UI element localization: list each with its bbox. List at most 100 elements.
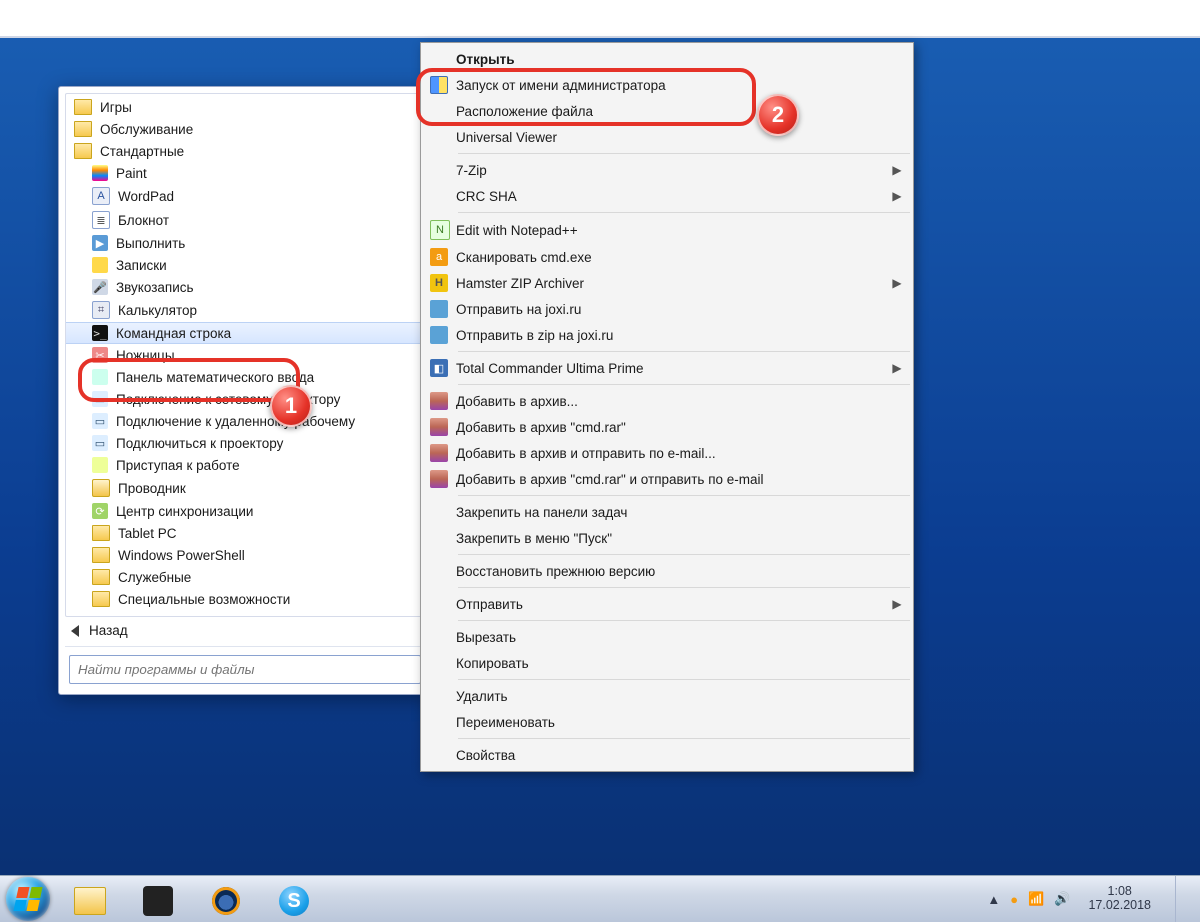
start-item-netprojector[interactable]: ▭ Подключение к сетевому проектору: [66, 388, 424, 410]
taskbar: S ▲ ● 📶 🔊 1:08 17.02.2018: [0, 875, 1200, 922]
ctx-label: CRC SHA: [456, 189, 888, 204]
ctx-edit-notepadpp[interactable]: N Edit with Notepad++: [422, 216, 912, 244]
projector2-icon: ▭: [92, 435, 108, 451]
blank-icon: [430, 128, 448, 146]
start-folder-powershell[interactable]: Windows PowerShell: [66, 544, 424, 566]
start-folder-easeofaccess[interactable]: Специальные возможности: [66, 588, 424, 610]
start-folder-games[interactable]: Игры: [66, 96, 424, 118]
start-item-explorer[interactable]: Проводник: [66, 476, 424, 500]
notepad-icon: ≣: [92, 211, 110, 229]
submenu-arrow-icon: ▶: [888, 189, 906, 203]
ctx-label: Добавить в архив...: [456, 394, 888, 409]
ctx-sendto[interactable]: Отправить ▶: [422, 591, 912, 617]
taskbar-clock[interactable]: 1:08 17.02.2018: [1080, 885, 1159, 913]
separator: [458, 554, 910, 555]
ctx-joxi-zip[interactable]: Отправить в zip на joxi.ru: [422, 322, 912, 348]
start-item-cmd[interactable]: >_ Командная строка: [66, 322, 424, 344]
start-folder-tabletpc[interactable]: Tablet PC: [66, 522, 424, 544]
taskbar-explorer[interactable]: [58, 881, 122, 921]
blank-icon: [430, 529, 448, 547]
start-item-notepad[interactable]: ≣ Блокнот: [66, 208, 424, 232]
start-item-projector[interactable]: ▭ Подключиться к проектору: [66, 432, 424, 454]
ctx-hamster-zip[interactable]: H Hamster ZIP Archiver ▶: [422, 270, 912, 296]
submenu-arrow-icon: ▶: [888, 361, 906, 375]
ctx-open[interactable]: Открыть: [422, 46, 912, 72]
item-label: Подключиться к проектору: [116, 436, 283, 451]
ctx-properties[interactable]: Свойства: [422, 742, 912, 768]
ctx-joxi-send[interactable]: Отправить на joxi.ru: [422, 296, 912, 322]
ctx-cut[interactable]: Вырезать: [422, 624, 912, 650]
tray-chevron-icon[interactable]: ▲: [987, 892, 1000, 907]
ctx-universal-viewer[interactable]: Universal Viewer: [422, 124, 912, 150]
start-item-stickynotes[interactable]: Записки: [66, 254, 424, 276]
mic-icon: 🎤: [92, 279, 108, 295]
start-item-run[interactable]: ▶ Выполнить: [66, 232, 424, 254]
start-item-mathinput[interactable]: Панель математического ввода: [66, 366, 424, 388]
start-item-rdp[interactable]: ▭ Подключение к удаленному рабочему: [66, 410, 424, 432]
ctx-totalcommander[interactable]: ◧ Total Commander Ultima Prime ▶: [422, 355, 912, 381]
show-desktop-button[interactable]: [1175, 876, 1188, 922]
ctx-rar-addmail[interactable]: Добавить в архив и отправить по e-mail..…: [422, 440, 912, 466]
start-item-paint[interactable]: Paint: [66, 162, 424, 184]
start-button[interactable]: [6, 877, 50, 921]
taskbar-skype[interactable]: S: [262, 881, 326, 921]
ctx-rar-addname[interactable]: Добавить в архив "cmd.rar": [422, 414, 912, 440]
separator: [458, 679, 910, 680]
ctx-file-location[interactable]: Расположение файла: [422, 98, 912, 124]
folder-icon: [74, 99, 92, 115]
tray-avast-icon[interactable]: ●: [1010, 892, 1018, 907]
tray-network-icon[interactable]: 📶: [1028, 891, 1044, 907]
taskbar-firefox[interactable]: [194, 881, 258, 921]
folder-icon: [92, 547, 110, 563]
clock-date: 17.02.2018: [1088, 899, 1151, 913]
gettingstarted-icon: [92, 457, 108, 473]
start-back-button[interactable]: Назад: [65, 617, 425, 640]
ctx-label: Edit with Notepad++: [456, 223, 888, 238]
folder-icon: [92, 569, 110, 585]
ctx-label: Открыть: [456, 52, 888, 67]
ctx-rar-addnamemail[interactable]: Добавить в архив "cmd.rar" и отправить п…: [422, 466, 912, 492]
ctx-rename[interactable]: Переименовать: [422, 709, 912, 735]
start-item-snippingtool[interactable]: ✂ Ножницы: [66, 344, 424, 366]
start-item-calculator[interactable]: ⌗ Калькулятор: [66, 298, 424, 322]
start-menu-programs-list[interactable]: Игры Обслуживание Стандартные Paint A Wo…: [65, 93, 425, 617]
item-label: Командная строка: [116, 326, 231, 341]
taskbar-tray: ▲ ● 📶 🔊 1:08 17.02.2018: [987, 876, 1194, 922]
ctx-restore-version[interactable]: Восстановить прежнюю версию: [422, 558, 912, 584]
ctx-avast-scan[interactable]: a Сканировать cmd.exe: [422, 244, 912, 270]
ctx-run-as-admin[interactable]: Запуск от имени администратора: [422, 72, 912, 98]
blank-icon: [430, 503, 448, 521]
folder-label: Специальные возможности: [118, 592, 290, 607]
cmd-icon: >_: [92, 325, 108, 341]
ctx-pin-taskbar[interactable]: Закрепить на панели задач: [422, 499, 912, 525]
blank-icon: [430, 187, 448, 205]
ctx-label: Добавить в архив и отправить по e-mail..…: [456, 446, 888, 461]
start-folder-systemtools[interactable]: Служебные: [66, 566, 424, 588]
tray-volume-icon[interactable]: 🔊: [1054, 891, 1070, 907]
wordpad-icon: A: [92, 187, 110, 205]
ctx-crcsha[interactable]: CRC SHA ▶: [422, 183, 912, 209]
start-item-gettingstarted[interactable]: Приступая к работе: [66, 454, 424, 476]
rdp-icon: ▭: [92, 413, 108, 429]
blank-icon: [430, 746, 448, 764]
skype-icon: S: [279, 886, 309, 916]
start-folder-maintenance[interactable]: Обслуживание: [66, 118, 424, 140]
ctx-delete[interactable]: Удалить: [422, 683, 912, 709]
start-item-soundrecorder[interactable]: 🎤 Звукозапись: [66, 276, 424, 298]
start-folder-accessories[interactable]: Стандартные: [66, 140, 424, 162]
start-item-wordpad[interactable]: A WordPad: [66, 184, 424, 208]
scissors-icon: ✂: [92, 347, 108, 363]
ctx-pin-start[interactable]: Закрепить в меню "Пуск": [422, 525, 912, 551]
winrar-icon: [430, 418, 448, 436]
taskbar-panda[interactable]: [126, 881, 190, 921]
ctx-7zip[interactable]: 7-Zip ▶: [422, 157, 912, 183]
folder-icon: [92, 591, 110, 607]
ctx-copy[interactable]: Копировать: [422, 650, 912, 676]
start-menu: Игры Обслуживание Стандартные Paint A Wo…: [58, 86, 432, 695]
start-search-input[interactable]: [69, 655, 421, 684]
ctx-rar-add[interactable]: Добавить в архив...: [422, 388, 912, 414]
start-item-synccenter[interactable]: ⟳ Центр синхронизации: [66, 500, 424, 522]
item-label: Панель математического ввода: [116, 370, 314, 385]
ctx-label: Отправить в zip на joxi.ru: [456, 328, 888, 343]
firefox-icon: [212, 887, 240, 915]
